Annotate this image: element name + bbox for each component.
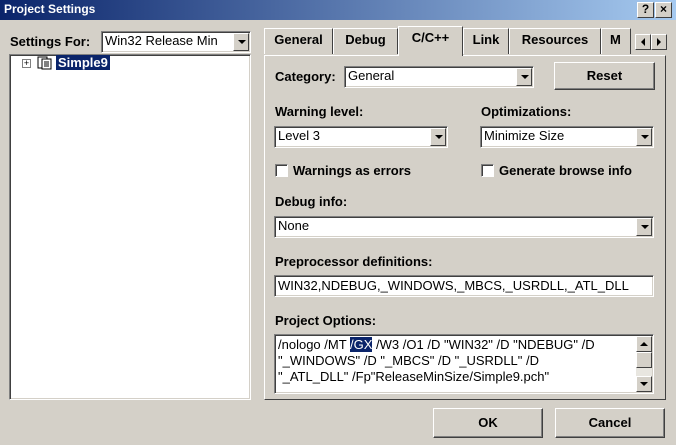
tab-resources[interactable]: Resources: [509, 28, 601, 54]
tab-debug[interactable]: Debug: [333, 28, 398, 54]
category-combo[interactable]: General: [344, 66, 534, 88]
tab-general[interactable]: General: [264, 28, 333, 54]
chevron-down-icon: [640, 382, 648, 386]
warnings-as-errors-checkbox[interactable]: [275, 164, 288, 177]
category-value: General: [348, 68, 395, 83]
chevron-down-icon[interactable]: [516, 68, 532, 86]
ok-button[interactable]: OK: [433, 408, 543, 438]
chevron-down-icon[interactable]: [233, 33, 249, 51]
chevron-down-icon[interactable]: [636, 218, 652, 236]
expand-icon[interactable]: +: [22, 59, 31, 68]
project-options-label: Project Options:: [275, 313, 377, 328]
settings-for-value: Win32 Release Min: [105, 33, 218, 48]
settings-for-combo[interactable]: Win32 Release Min: [101, 31, 251, 53]
debug-info-value: None: [278, 218, 310, 233]
tree-item-simple9[interactable]: Simple9: [56, 55, 110, 70]
preprocessor-label: Preprocessor definitions:: [275, 254, 433, 269]
warning-level-combo[interactable]: Level 3: [274, 126, 448, 148]
tab-scroll-left[interactable]: [635, 34, 651, 50]
project-options-textarea[interactable]: /nologo /MT /GX /W3 /O1 /D "WIN32" /D "N…: [274, 334, 654, 394]
project-options-line: "_ATL_DLL" /Fp"ReleaseMinSize/Simple9.pc…: [278, 369, 550, 384]
project-tree[interactable]: + Simple9: [9, 54, 251, 400]
window-title: Project Settings: [4, 2, 96, 16]
tab-scroll-right[interactable]: [651, 34, 667, 50]
warning-level-label: Warning level:: [275, 104, 364, 119]
generate-browse-info-label: Generate browse info: [499, 163, 632, 178]
reset-button[interactable]: Reset: [554, 62, 655, 90]
close-button[interactable]: ×: [655, 2, 672, 18]
chevron-left-icon: [641, 38, 645, 46]
chevron-down-icon[interactable]: [636, 128, 652, 146]
generate-browse-info-checkbox[interactable]: [481, 164, 494, 177]
project-icon: [37, 56, 53, 70]
chevron-right-icon: [657, 38, 661, 46]
optimizations-combo[interactable]: Minimize Size: [480, 126, 654, 148]
selected-text: /GX: [350, 337, 373, 352]
debug-info-combo[interactable]: None: [274, 216, 654, 238]
chevron-down-icon[interactable]: [430, 128, 446, 146]
scroll-thumb[interactable]: [636, 352, 652, 368]
chevron-up-icon: [640, 342, 648, 346]
optimizations-label: Optimizations:: [481, 104, 572, 119]
vertical-scrollbar[interactable]: [636, 336, 652, 392]
warning-level-value: Level 3: [278, 128, 320, 143]
settings-for-label: Settings For:: [10, 34, 91, 49]
debug-info-label: Debug info:: [275, 194, 348, 209]
tab-link[interactable]: Link: [463, 28, 509, 54]
tab-more[interactable]: M: [601, 28, 631, 54]
project-options-line: "_WINDOWS" /D "_MBCS" /D "_USRDLL" /D: [278, 353, 540, 368]
preprocessor-input[interactable]: WIN32,NDEBUG,_WINDOWS,_MBCS,_USRDLL,_ATL…: [274, 275, 654, 297]
category-label: Category:: [275, 69, 336, 84]
project-options-line: /nologo /MT /GX /W3 /O1 /D "WIN32" /D "N…: [278, 337, 595, 352]
scroll-down-button[interactable]: [636, 376, 652, 392]
optimizations-value: Minimize Size: [484, 128, 565, 143]
help-button[interactable]: ?: [637, 2, 654, 18]
warnings-as-errors-label: Warnings as errors: [293, 163, 412, 178]
title-bar: [0, 0, 676, 20]
preprocessor-value: WIN32,NDEBUG,_WINDOWS,_MBCS,_USRDLL,_ATL…: [278, 278, 629, 293]
cancel-button[interactable]: Cancel: [555, 408, 665, 438]
tab-cc[interactable]: C/C++: [398, 26, 463, 56]
scroll-up-button[interactable]: [636, 336, 652, 352]
